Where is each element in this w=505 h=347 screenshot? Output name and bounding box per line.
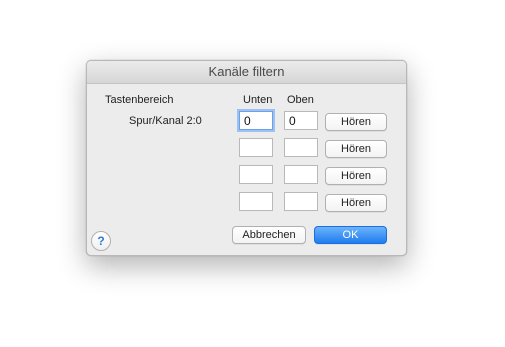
high-field-1[interactable] — [284, 111, 318, 130]
listen-button-2[interactable]: Hören — [325, 140, 387, 158]
ok-button[interactable]: OK — [314, 226, 387, 244]
low-field-4[interactable] — [239, 192, 273, 211]
low-field-2[interactable] — [239, 138, 273, 157]
dialog-title: Kanäle filtern — [87, 61, 406, 84]
listen-button-3[interactable]: Hören — [325, 167, 387, 185]
help-icon: ? — [97, 234, 105, 248]
low-field-1[interactable] — [239, 111, 273, 130]
listen-button-1[interactable]: Hören — [325, 113, 387, 131]
help-button[interactable]: ? — [91, 231, 111, 251]
low-field-3[interactable] — [239, 165, 273, 184]
column-header-low: Unten — [243, 94, 273, 106]
column-header-high: Oben — [287, 94, 314, 106]
high-field-4[interactable] — [284, 192, 318, 211]
high-field-2[interactable] — [284, 138, 318, 157]
filter-channels-dialog: Kanäle filtern Tastenbereich Unten Oben … — [86, 60, 407, 256]
cancel-button[interactable]: Abbrechen — [232, 226, 306, 244]
high-field-3[interactable] — [284, 165, 318, 184]
range-label: Tastenbereich — [105, 94, 174, 106]
listen-button-4[interactable]: Hören — [325, 194, 387, 212]
row-label-track-channel: Spur/Kanal 2:0 — [129, 115, 202, 127]
